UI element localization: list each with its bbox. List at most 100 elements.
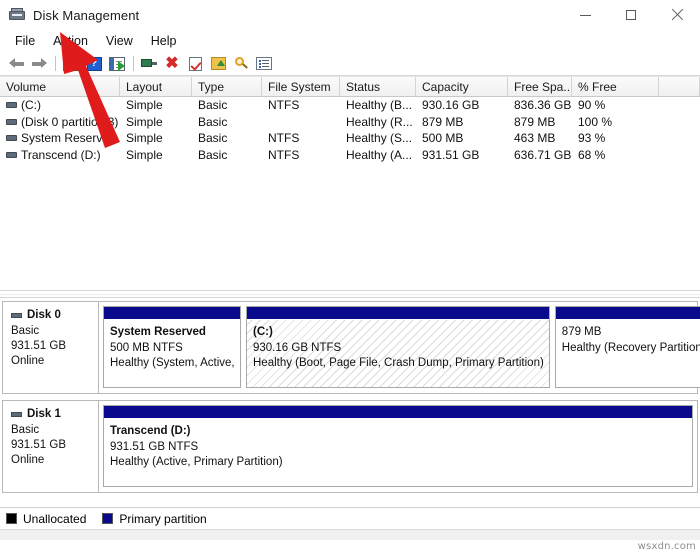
cell-type: Basic xyxy=(198,131,228,146)
close-button[interactable] xyxy=(654,0,700,30)
partition-c-drive[interactable]: (C:) 930.16 GB NTFS Healthy (Boot, Page … xyxy=(246,306,550,388)
column-header-volume[interactable]: Volume xyxy=(0,77,120,96)
table-row[interactable]: System Reserved Simple Basic NTFS Health… xyxy=(0,130,700,147)
pane-splitter[interactable] xyxy=(0,290,700,298)
cell-file-system: NTFS xyxy=(268,98,300,113)
cell-percent-free: 93 % xyxy=(578,131,606,146)
disk-row-1[interactable]: Disk 1 Basic 931.51 GB Online Transcend … xyxy=(2,400,698,493)
cell-status: Healthy (R... xyxy=(346,114,413,129)
menu-help[interactable]: Help xyxy=(142,32,186,50)
column-header-percent-free[interactable]: % Free xyxy=(572,77,659,96)
disk-state-1: Online xyxy=(11,454,45,466)
partition-recovery[interactable]: 879 MB Healthy (Recovery Partition xyxy=(554,306,700,388)
column-header-type[interactable]: Type xyxy=(192,77,262,96)
legend-bar: Unallocated Primary partition xyxy=(0,507,700,529)
graphical-view: Disk 0 Basic 931.51 GB Online System Res… xyxy=(0,298,700,507)
disk-info-1[interactable]: Disk 1 Basic 931.51 GB Online xyxy=(3,401,99,492)
disk-icon xyxy=(11,313,22,318)
cell-layout: Simple xyxy=(126,147,163,162)
back-button[interactable] xyxy=(5,54,27,74)
search-button[interactable] xyxy=(230,54,252,74)
window-title: Disk Management xyxy=(33,7,140,23)
cell-percent-free: 100 % xyxy=(578,114,613,129)
column-header-capacity[interactable]: Capacity xyxy=(416,77,508,96)
checkmark-icon xyxy=(188,56,202,71)
rescan-disks-button[interactable] xyxy=(184,54,206,74)
column-header-layout[interactable]: Layout xyxy=(120,77,192,96)
list-view-icon xyxy=(256,57,272,70)
maximize-button[interactable] xyxy=(608,0,654,30)
action-pane-icon xyxy=(109,56,125,71)
maximize-icon xyxy=(626,10,636,20)
red-x-icon: ✖ xyxy=(165,54,179,72)
cell-volume: (Disk 0 partition 3) xyxy=(0,115,120,129)
cell-volume-label: Transcend (D:) xyxy=(21,147,101,162)
cell-type: Basic xyxy=(198,147,228,162)
view-list-button[interactable] xyxy=(253,54,275,74)
partition-status: Healthy (Recovery Partition xyxy=(561,341,700,354)
legend-label-primary: Primary partition xyxy=(119,511,207,526)
menu-view[interactable]: View xyxy=(97,32,142,50)
partition-color-bar xyxy=(104,307,240,320)
cell-status: Healthy (B... xyxy=(346,98,413,113)
delete-button[interactable]: ✖ xyxy=(161,54,183,74)
volume-drive-icon xyxy=(6,151,17,158)
disk-type-0: Basic xyxy=(11,325,40,337)
partition-status: Healthy (System, Active, xyxy=(110,357,235,369)
toolbar: ? ✖ xyxy=(0,52,700,76)
column-header-status[interactable]: Status xyxy=(340,77,416,96)
cell-volume-label: (C:) xyxy=(21,98,41,113)
disk-size-0: 931.51 GB xyxy=(11,340,66,352)
column-header-filler xyxy=(659,77,700,96)
cell-free-space: 463 MB xyxy=(514,131,556,146)
cell-layout: Simple xyxy=(126,98,163,113)
disk-partitions-1: Transcend (D:) 931.51 GB NTFS Healthy (A… xyxy=(99,401,697,492)
cell-volume: System Reserved xyxy=(0,131,120,145)
show-hide-console-tree-button[interactable] xyxy=(60,54,82,74)
folder-up-icon xyxy=(210,57,226,70)
partition-body: 879 MB Healthy (Recovery Partition xyxy=(556,320,700,387)
arrow-right-icon xyxy=(31,58,47,69)
menu-bar: File Action View Help xyxy=(0,30,700,52)
partition-size-fs: 931.51 GB NTFS xyxy=(110,440,199,453)
minimize-button[interactable] xyxy=(562,0,608,30)
partition-name: System Reserved xyxy=(110,326,206,338)
show-hide-action-pane-button[interactable] xyxy=(106,54,128,74)
cell-volume-label: System Reserved xyxy=(21,131,116,146)
table-row[interactable]: (C:) Simple Basic NTFS Healthy (B... 930… xyxy=(0,97,700,114)
export-list-button[interactable] xyxy=(207,54,229,74)
column-header-file-system[interactable]: File System xyxy=(262,77,340,96)
partition-name: (C:) xyxy=(253,326,273,338)
properties-button[interactable] xyxy=(138,54,160,74)
partition-transcend-d[interactable]: Transcend (D:) 931.51 GB NTFS Healthy (A… xyxy=(103,405,693,487)
cell-free-space: 636.71 GB xyxy=(514,147,572,162)
partition-system-reserved[interactable]: System Reserved 500 MB NTFS Healthy (Sys… xyxy=(103,306,241,388)
disk-icon xyxy=(11,412,22,417)
title-bar: Disk Management xyxy=(0,0,700,30)
partition-color-bar xyxy=(555,307,700,320)
legend-label-unallocated: Unallocated xyxy=(23,511,87,526)
partition-status: Healthy (Active, Primary Partition) xyxy=(110,456,283,468)
cell-capacity: 879 MB xyxy=(422,114,464,129)
legend-swatch-primary xyxy=(102,513,114,524)
volume-drive-icon xyxy=(6,102,17,109)
cell-file-system: NTFS xyxy=(268,147,300,162)
disk-size-1: 931.51 GB xyxy=(11,439,66,451)
table-row[interactable]: Transcend (D:) Simple Basic NTFS Healthy… xyxy=(0,147,700,164)
disk-info-0[interactable]: Disk 0 Basic 931.51 GB Online xyxy=(3,302,99,393)
menu-file[interactable]: File xyxy=(6,32,44,50)
watermark: wsxdn.com xyxy=(637,541,696,552)
menu-action[interactable]: Action xyxy=(44,32,97,50)
partition-size-fs: 879 MB xyxy=(561,326,602,338)
minimize-icon xyxy=(579,14,591,16)
help-button[interactable]: ? xyxy=(83,54,105,74)
cell-percent-free: 68 % xyxy=(578,147,606,162)
disk-row-0[interactable]: Disk 0 Basic 931.51 GB Online System Res… xyxy=(2,301,700,394)
cell-layout: Simple xyxy=(126,114,163,129)
column-header-free-space[interactable]: Free Spa... xyxy=(508,77,572,96)
forward-button[interactable] xyxy=(28,54,50,74)
volume-list[interactable]: (C:) Simple Basic NTFS Healthy (B... 930… xyxy=(0,97,700,290)
table-row[interactable]: (Disk 0 partition 3) Simple Basic Health… xyxy=(0,114,700,131)
partition-size-fs: 500 MB NTFS xyxy=(110,341,183,354)
cell-type: Basic xyxy=(198,114,228,129)
